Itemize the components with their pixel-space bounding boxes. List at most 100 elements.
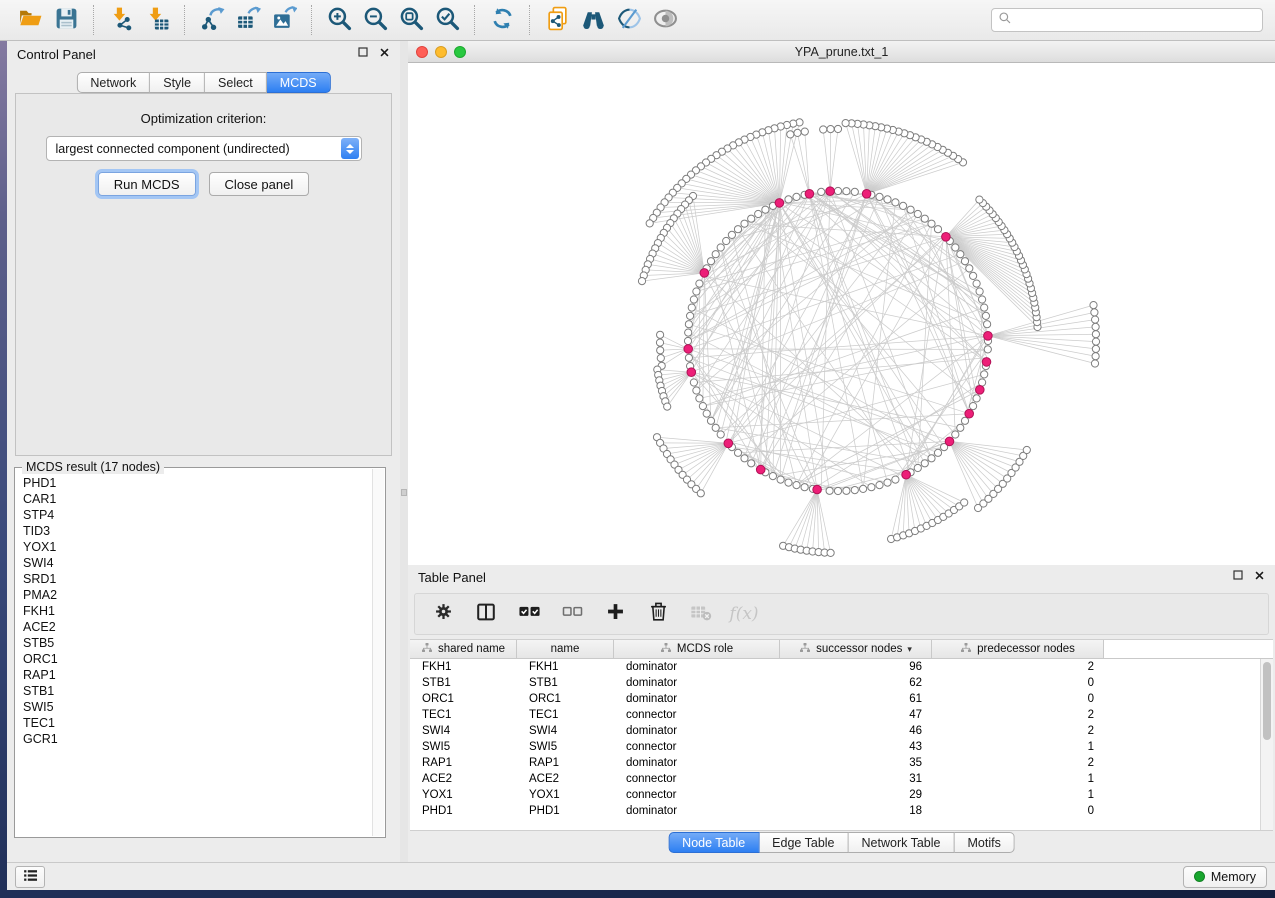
vertical-splitter[interactable] [400,41,408,862]
show-hide-eye-icon [653,6,678,34]
close-panel-button[interactable]: Close panel [209,172,310,196]
memory-button[interactable]: Memory [1183,866,1267,888]
cell-shared-name: SWI5 [410,741,517,753]
scrollbar-thumb[interactable] [1263,662,1271,740]
table-row[interactable]: ACE2ACE2connector311 [410,771,1260,787]
tab-edge-table[interactable]: Edge Table [759,832,848,853]
tab-motifs[interactable]: Motifs [954,832,1014,853]
table-row[interactable]: SWI4SWI4dominator462 [410,723,1260,739]
run-mcds-button[interactable]: Run MCDS [98,172,196,196]
shared-column-icon [960,642,972,657]
cell-name: ACE2 [517,773,614,785]
search-binoculars-button[interactable] [575,3,611,37]
tab-network[interactable]: Network [76,72,150,93]
unselect-all-button[interactable] [560,602,584,626]
import-table-button[interactable] [139,3,175,37]
cell-mcds-role: connector [614,773,780,785]
mcds-result-item[interactable]: ORC1 [23,651,372,667]
mcds-result-item[interactable]: RAP1 [23,667,372,683]
table-row[interactable]: FKH1FKH1dominator962 [410,659,1260,675]
table-row[interactable]: STB1STB1dominator620 [410,675,1260,691]
mcds-result-item[interactable]: SWI4 [23,555,372,571]
mcds-result-item[interactable]: STB1 [23,683,372,699]
show-hide-eye-button[interactable] [647,3,683,37]
share-document-button[interactable] [539,3,575,37]
cell-successor-nodes: 18 [780,805,932,817]
cell-successor-nodes: 96 [780,661,932,673]
zoom-in-button[interactable] [321,3,357,37]
close-panel-icon[interactable] [1254,568,1265,586]
column-header-MCDS-role[interactable]: MCDS role [614,640,780,659]
mcds-result-item[interactable]: TID3 [23,523,372,539]
table-settings-gear-button[interactable] [431,602,455,626]
result-scrollbar[interactable] [372,469,384,836]
export-table-button[interactable] [230,3,266,37]
zoom-out-button[interactable] [357,3,393,37]
mcds-result-item[interactable]: TEC1 [23,715,372,731]
export-network-button[interactable] [194,3,230,37]
save-session-button[interactable] [48,3,84,37]
mcds-result-item[interactable]: STP4 [23,507,372,523]
close-panel-icon[interactable] [379,45,390,63]
cell-mcds-role: dominator [614,805,780,817]
select-all-check-button[interactable] [517,602,541,626]
cell-name: YOX1 [517,789,614,801]
fx-icon: f(x) [729,604,758,624]
table-row[interactable]: ORC1ORC1dominator610 [410,691,1260,707]
mcds-result-item[interactable]: FKH1 [23,603,372,619]
main-toolbar [0,0,1275,41]
mcds-result-item[interactable]: SRD1 [23,571,372,587]
table-row[interactable]: YOX1YOX1connector291 [410,787,1260,803]
tab-select[interactable]: Select [205,72,267,93]
table-row[interactable]: TEC1TEC1connector472 [410,707,1260,723]
float-panel-icon[interactable] [1232,568,1244,586]
refresh-layout-button[interactable] [484,3,520,37]
column-header-predecessor-nodes[interactable]: predecessor nodes [932,640,1104,659]
cell-predecessor-nodes: 0 [932,693,1104,705]
mcds-result-item[interactable]: SWI5 [23,699,372,715]
table-row[interactable]: PHD1PHD1dominator180 [410,803,1260,819]
splitter-grip[interactable] [401,489,407,496]
float-panel-icon[interactable] [357,45,369,63]
tab-mcds[interactable]: MCDS [267,72,331,93]
column-header-name[interactable]: name [517,640,614,659]
column-header-successor-nodes[interactable]: successor nodes▾ [780,640,932,659]
add-column-plus-icon [605,601,626,627]
show-columns-button[interactable] [474,602,498,626]
search-input[interactable] [1016,13,1256,27]
tab-style[interactable]: Style [150,72,205,93]
table-panel-title: Table Panel [418,570,486,585]
table-row[interactable]: SWI5SWI5connector431 [410,739,1260,755]
mcds-result-item[interactable]: PMA2 [23,587,372,603]
column-header-shared-name[interactable]: shared name [410,640,517,659]
mcds-result-item[interactable]: GCR1 [23,731,372,747]
zoom-selected-button[interactable] [429,3,465,37]
add-column-plus-button[interactable] [603,602,627,626]
tab-network-table[interactable]: Network Table [849,832,955,853]
table-scrollbar[interactable] [1260,659,1273,830]
table-row[interactable]: RAP1RAP1dominator352 [410,755,1260,771]
delete-column-trash-button[interactable] [646,602,670,626]
mcds-result-item[interactable]: PHD1 [23,475,372,491]
network-canvas[interactable] [408,63,1275,565]
mcds-result-item[interactable]: ACE2 [23,619,372,635]
unselect-all-icon [561,600,584,628]
select-all-check-icon [518,600,541,628]
cell-name: PHD1 [517,805,614,817]
export-image-button[interactable] [266,3,302,37]
optimization-label: Optimization criterion: [16,111,391,126]
import-network-button[interactable] [103,3,139,37]
cell-name: FKH1 [517,661,614,673]
mcds-result-item[interactable]: CAR1 [23,491,372,507]
task-history-button[interactable] [15,866,45,888]
mcds-result-item[interactable]: STB5 [23,635,372,651]
cell-name: SWI5 [517,741,614,753]
toggle-graphics-details-button[interactable] [611,3,647,37]
criterion-select[interactable]: largest connected component (undirected) [46,136,362,161]
zoom-fit-button[interactable] [393,3,429,37]
tab-node-table[interactable]: Node Table [668,832,759,853]
mcds-result-item[interactable]: YOX1 [23,539,372,555]
open-file-button[interactable] [12,3,48,37]
zoom-fit-icon [399,6,424,34]
mcds-result-list[interactable]: PHD1CAR1STP4TID3YOX1SWI4SRD1PMA2FKH1ACE2… [16,469,372,836]
